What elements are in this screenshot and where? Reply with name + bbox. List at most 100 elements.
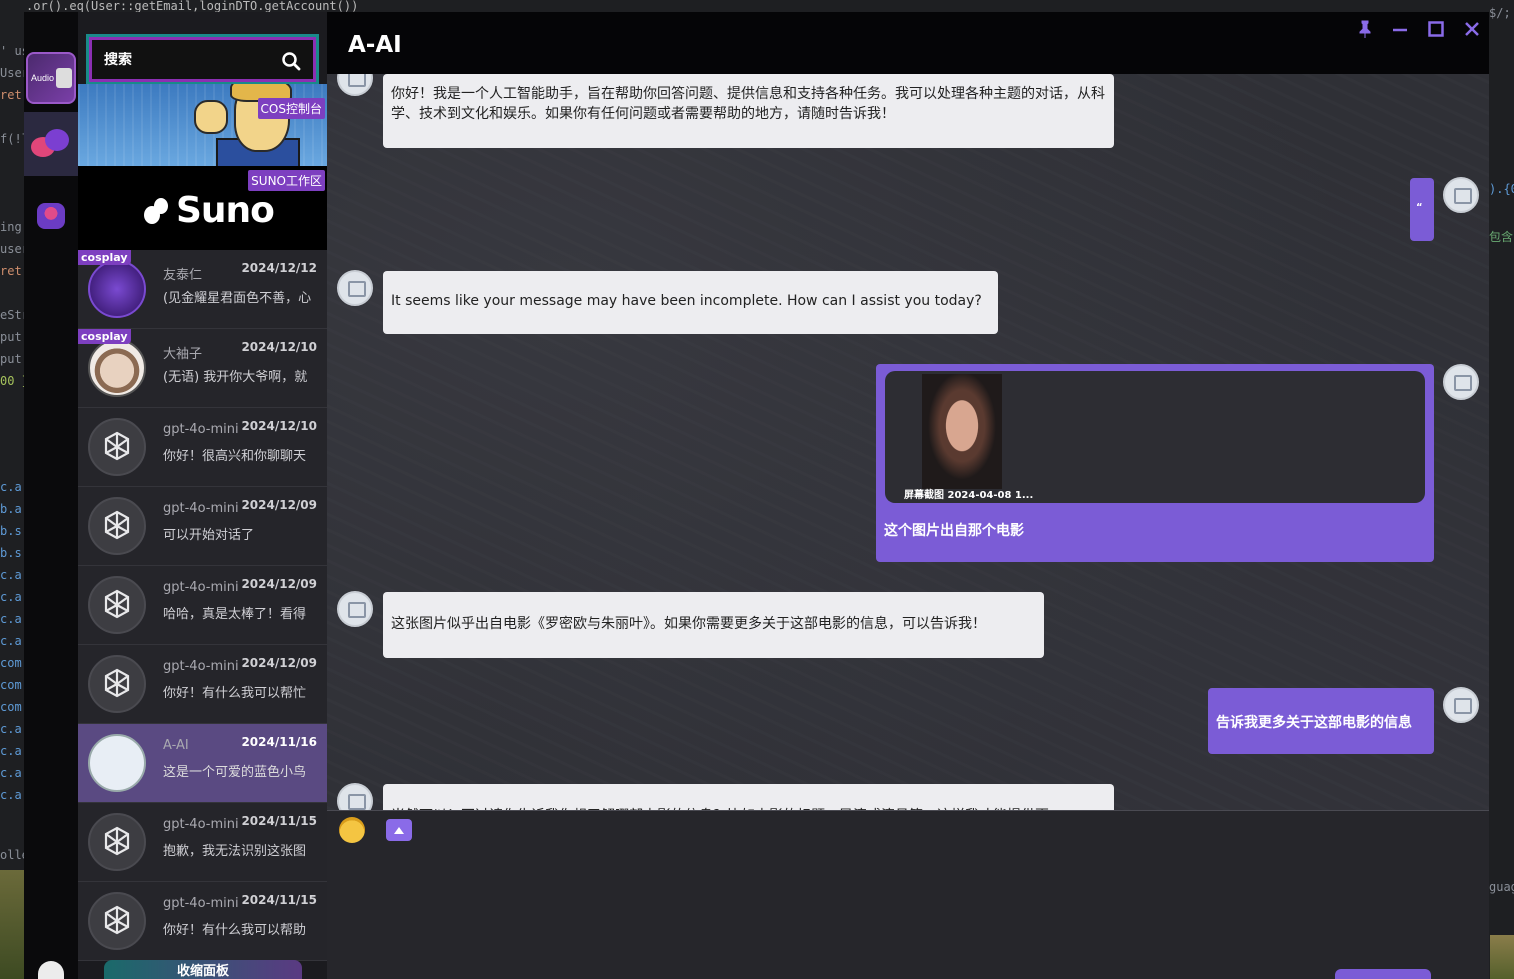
conversation-item[interactable]: gpt-4o-mini 2024/12/09 可以开始对话了 [78,487,327,566]
conversation-name: A-AI [163,738,189,753]
search-icon[interactable] [281,51,301,71]
search-input[interactable] [104,51,264,68]
uploaded-image-thumbnail [922,374,1002,489]
openai-icon [88,418,146,476]
conversation-date: 2024/11/15 [241,814,317,828]
user-avatar [1443,364,1479,400]
ide-line: user [0,242,26,256]
ide-line: b.s [0,524,22,538]
user-message-text: 这个图片出自那个电影 [884,523,1024,539]
conversation-list: cosplay 友泰仁 2024/12/12 (见金耀星君面色不善，心 cosplay 大… [78,250,327,961]
ai-avatar [337,783,373,810]
ide-line: c.a [0,568,22,582]
close-icon[interactable] [1459,16,1485,42]
ide-line: put [0,352,22,366]
conversation-item[interactable]: A-AI 2024/11/16 这是一个可爱的蓝色小鸟 [78,724,327,803]
ai-message: 这张图片似乎出自电影《罗密欧与朱丽叶》。如果你需要更多关于这部电影的信息，可以告… [383,592,1044,658]
desktop-wallpaper [1490,935,1514,979]
conversation-preview: 这是一个可爱的蓝色小鸟 [163,765,307,780]
ide-line: com [0,678,22,692]
conversation-date: 2024/12/09 [241,577,317,591]
emoji-icon[interactable] [339,817,365,843]
ide-line: 00 } [0,374,26,388]
ide-line: f(!l [0,132,26,146]
audio-app-button[interactable]: Audio [24,46,78,110]
cos-console-label: COS控制台 [257,98,325,119]
ide-line: olle [0,848,26,862]
ide-code-left: ' us User ret f(!l ing user ret eStr put… [0,0,26,979]
suno-mark-icon [144,196,170,226]
conversation-date: 2024/12/12 [241,261,317,275]
ide-line: ).{0 [1489,182,1514,196]
user-image-message: 屏幕截图 2024-04-08 1... 这个图片出自那个电影 [876,364,1434,562]
ide-line: com [0,656,22,670]
conversation-date: 2024/12/09 [241,656,317,670]
message-composer[interactable] [327,810,1489,979]
suno-text: Suno [176,190,275,231]
ai-message: 当然可以！不过请你告诉我你想了解哪部电影的信息？比如电影的标题、导演或演员等，这… [383,784,1114,810]
conversation-item[interactable]: gpt-4o-mini 2024/11/15 抱歉，我无法识别这张图 [78,803,327,882]
openai-icon [88,892,146,950]
ide-line: b.a [0,502,22,516]
openai-icon [104,589,130,619]
ide-line: c.a [0,634,22,648]
conversation-avatar [88,339,146,397]
ide-line: ' us [0,44,26,58]
conversation-date: 2024/11/16 [241,735,317,749]
conversation-item[interactable]: gpt-4o-mini 2024/12/09 哈哈，真是太棒了！看得 [78,566,327,645]
disc-icon [56,68,73,88]
vault-boy-image [190,84,300,166]
user-avatar[interactable] [38,961,64,979]
ide-line: put [0,330,22,344]
ide-line: c.a [0,612,22,626]
image-attachment[interactable]: 屏幕截图 2024-04-08 1... [885,371,1425,503]
ai-avatar [337,591,373,627]
cosplay-tag: cosplay [78,329,131,344]
upload-icon[interactable] [386,819,412,841]
suno-workspace-label: SUNO工作区 [248,170,325,191]
cos-console-banner[interactable]: COS控制台 [78,84,327,166]
user-avatar [1443,687,1479,723]
chat-app-window: Audio 搜索 COS控制台 Suno SUNO工作区 cosplay 友泰仁… [24,12,1489,979]
openai-icon [88,655,146,713]
collapse-panel-button[interactable]: 收缩面板 [104,960,302,979]
suno-workspace-banner[interactable]: Suno SUNO工作区 [78,166,327,250]
conversation-item[interactable]: cosplay 友泰仁 2024/12/12 (见金耀星君面色不善，心 [78,250,327,329]
ai-message: 你好！我是一个人工智能助手，旨在帮助你回答问题、提供信息和支持各种任务。我可以处… [383,74,1114,148]
conversation-item[interactable]: gpt-4o-mini 2024/11/15 你好！有什么我可以帮助 [78,882,327,961]
conversation-name: gpt-4o-mini [163,817,239,832]
conversation-date: 2024/12/10 [241,340,317,354]
conversation-item[interactable]: gpt-4o-mini 2024/12/10 你好！很高兴和你聊聊天 [78,408,327,487]
message-list: 你好！我是一个人工智能助手，旨在帮助你回答问题、提供信息和支持各种任务。我可以处… [327,74,1489,810]
user-avatar [1443,177,1479,213]
chat-header: A-AI [327,12,1489,74]
conversation-preview: 你好！有什么我可以帮忙 [163,686,307,701]
conversation-preview: 你好！有什么我可以帮助 [163,923,307,938]
minimize-icon[interactable] [1387,16,1413,42]
openai-icon [104,510,130,540]
conversation-date: 2024/12/10 [241,419,317,433]
nav-rail: Audio [24,12,78,979]
conversation-name: gpt-4o-mini [163,896,239,911]
conversation-item[interactable]: gpt-4o-mini 2024/12/09 你好！有什么我可以帮忙 [78,645,327,724]
search-box [86,34,319,85]
conversation-preview: 抱歉，我无法识别这张图 [163,844,307,859]
chat-nav-button[interactable] [24,112,78,176]
conversation-preview: (无语) 我开你大爷啊，就 [163,370,308,385]
user-message: “ [1410,178,1434,241]
openai-icon [104,668,130,698]
audio-label: Audio [31,73,55,83]
robot-nav-button[interactable] [24,184,78,248]
chat-bubbles-icon [31,127,71,161]
openai-icon [104,826,130,856]
conversation-date: 2024/11/15 [241,893,317,907]
conversation-name: gpt-4o-mini [163,580,239,595]
ide-code-top: .or().eq(User::getEmail,loginDTO.getAcco… [26,0,359,12]
openai-icon [88,497,146,555]
send-button[interactable] [1335,969,1431,979]
pin-icon[interactable] [1352,16,1378,42]
chat-title: A-AI [348,32,402,58]
conversation-item[interactable]: cosplay 大袖子 2024/12/10 (无语) 我开你大爷啊，就 [78,329,327,408]
maximize-icon[interactable] [1423,16,1449,42]
openai-icon [104,431,130,461]
